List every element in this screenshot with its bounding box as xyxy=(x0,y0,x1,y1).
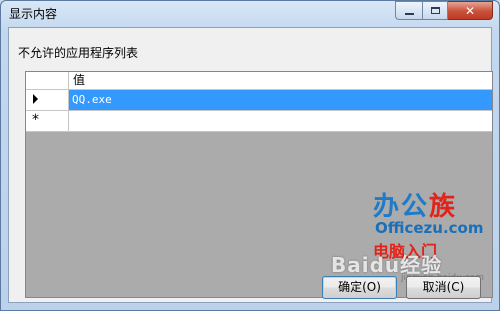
list-label: 不允许的应用程序列表 xyxy=(18,46,139,60)
window-title: 显示内容 xyxy=(9,7,58,21)
watermark-site: Officezu.com xyxy=(375,219,484,237)
watermark-logo-accent: 族 xyxy=(429,192,458,222)
value-cell[interactable]: QQ.exe xyxy=(69,90,492,111)
close-icon: ✕ xyxy=(464,3,476,18)
table-row[interactable]: QQ.exe xyxy=(26,90,492,111)
watermark-logo: 办公族 xyxy=(373,186,457,223)
grid-corner-cell[interactable] xyxy=(26,72,69,89)
minimize-icon xyxy=(404,12,414,15)
grid-header: 值 xyxy=(26,72,492,90)
minimize-button[interactable] xyxy=(395,1,422,20)
window-controls: ✕ xyxy=(395,1,493,21)
column-header-value[interactable]: 值 xyxy=(69,72,492,89)
current-row-arrow-icon xyxy=(33,94,38,104)
value-cell[interactable] xyxy=(69,111,492,132)
cancel-button[interactable]: 取消(C) xyxy=(406,276,481,299)
row-header[interactable]: * xyxy=(26,111,69,132)
table-row-new[interactable]: * xyxy=(26,111,492,132)
maximize-icon xyxy=(430,7,440,14)
close-button[interactable]: ✕ xyxy=(448,1,493,20)
new-row-star-icon: * xyxy=(32,112,39,128)
row-header[interactable] xyxy=(26,90,69,111)
ok-button[interactable]: 确定(O) xyxy=(322,276,397,299)
title-bar[interactable]: 显示内容 ✕ xyxy=(1,1,499,27)
dialog-window: 显示内容 ✕ 不允许的应用程序列表 值 QQ.exe * 办公族 Officez… xyxy=(0,0,500,311)
maximize-button[interactable] xyxy=(422,1,448,20)
watermark-logo-text: 办公 xyxy=(373,192,430,222)
